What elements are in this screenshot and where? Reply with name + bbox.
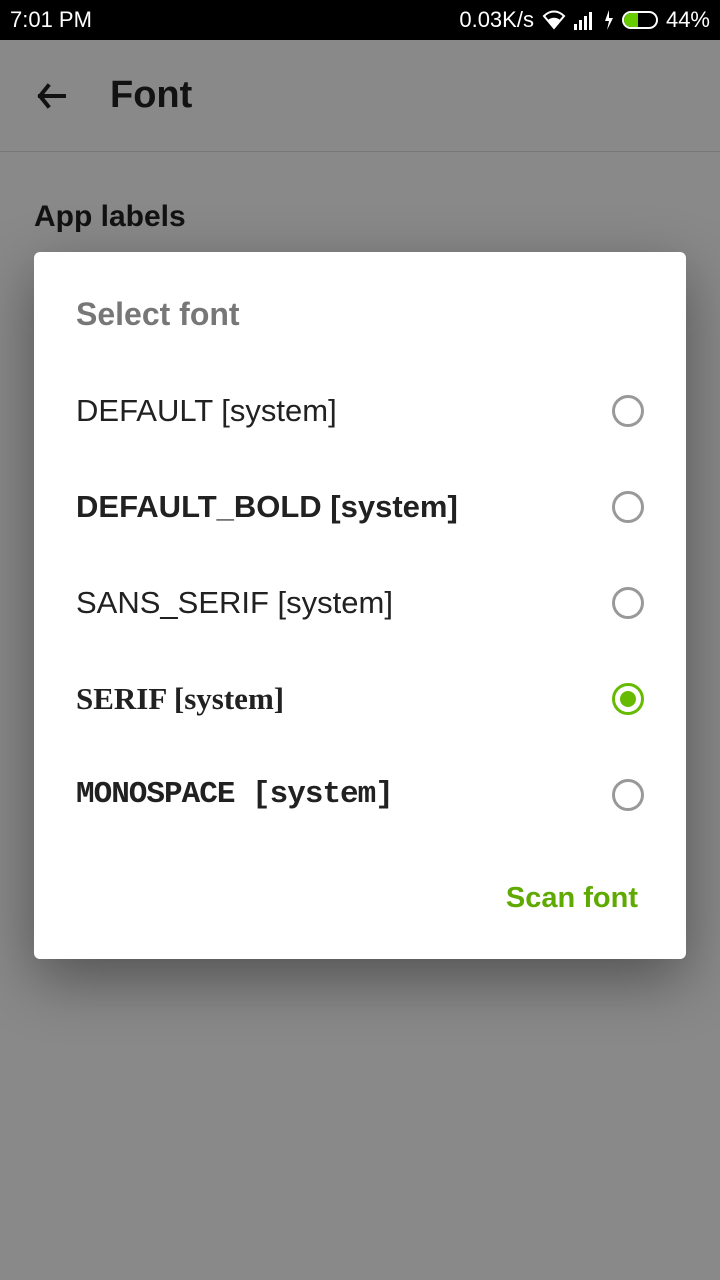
radio-icon-selected <box>612 683 644 715</box>
option-label: DEFAULT_BOLD [system] <box>76 489 458 525</box>
dialog-actions: Scan font <box>34 842 686 939</box>
status-time: 7:01 PM <box>10 7 92 33</box>
radio-icon <box>612 491 644 523</box>
option-label: DEFAULT [system] <box>76 393 337 429</box>
select-font-dialog: Select font DEFAULT [system] DEFAULT_BOL… <box>34 252 686 959</box>
status-speed: 0.03K/s <box>459 7 534 33</box>
font-option-serif[interactable]: SERIF [system] <box>34 651 686 747</box>
radio-icon <box>612 395 644 427</box>
radio-icon <box>612 587 644 619</box>
font-options: DEFAULT [system] DEFAULT_BOLD [system] S… <box>34 363 686 842</box>
charging-icon <box>604 10 614 30</box>
option-label: MONOSPACE [system] <box>76 777 393 812</box>
scan-font-button[interactable]: Scan font <box>506 882 638 915</box>
status-battery-pct: 44% <box>666 7 710 33</box>
font-option-default-bold[interactable]: DEFAULT_BOLD [system] <box>34 459 686 555</box>
font-option-monospace[interactable]: MONOSPACE [system] <box>34 747 686 842</box>
dialog-title: Select font <box>34 252 686 363</box>
font-option-default[interactable]: DEFAULT [system] <box>34 363 686 459</box>
status-right: 0.03K/s 44% <box>459 7 710 33</box>
battery-icon <box>622 11 658 29</box>
font-option-sans-serif[interactable]: SANS_SERIF [system] <box>34 555 686 651</box>
radio-icon <box>612 779 644 811</box>
wifi-icon <box>542 10 566 30</box>
signal-icon <box>574 10 596 30</box>
status-bar: 7:01 PM 0.03K/s 44% <box>0 0 720 40</box>
option-label: SERIF [system] <box>76 681 284 717</box>
option-label: SANS_SERIF [system] <box>76 585 393 621</box>
